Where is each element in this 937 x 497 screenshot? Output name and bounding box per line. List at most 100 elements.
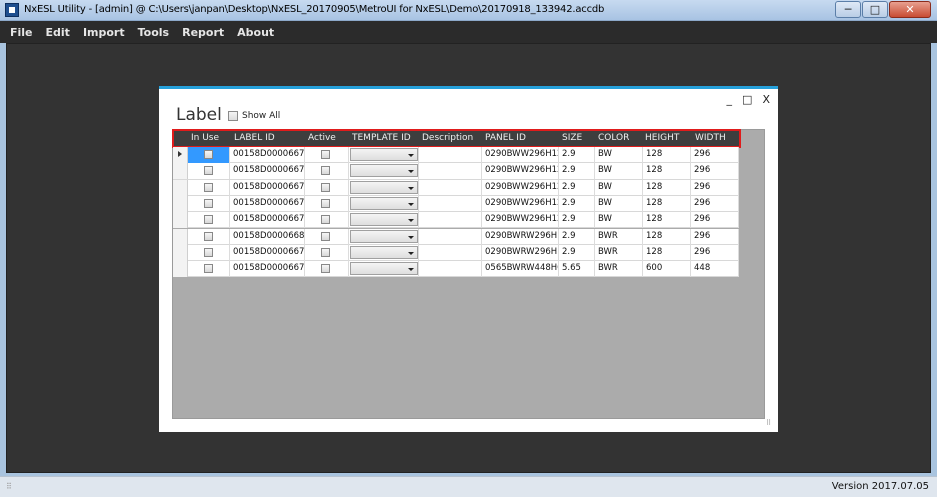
template-id-dropdown[interactable]: [350, 213, 418, 227]
cell-height[interactable]: 600: [643, 261, 691, 278]
cell-label-id[interactable]: 00158D0000667FE9: [230, 179, 305, 196]
cell-height[interactable]: 128: [643, 244, 691, 261]
resize-grip-icon[interactable]: ⠿: [766, 420, 774, 429]
menu-edit[interactable]: Edit: [46, 26, 70, 39]
template-id-dropdown[interactable]: [350, 164, 418, 178]
cell-label-id[interactable]: 00158D0000667FE7: [230, 163, 305, 180]
active-checkbox[interactable]: [321, 247, 330, 257]
table-row[interactable]: 00158D0000667F97 0565BWRW448H6005.65BWR60…: [173, 261, 739, 278]
in-use-checkbox[interactable]: [204, 166, 213, 176]
cell-description[interactable]: [419, 147, 482, 163]
cell-size[interactable]: 2.9: [559, 244, 595, 261]
cell-label-id[interactable]: 00158D0000667FEA: [230, 195, 305, 212]
column-header-size[interactable]: SIZE: [562, 130, 596, 147]
template-id-dropdown[interactable]: [350, 229, 418, 243]
cell-label-id[interactable]: 00158D0000667F97: [230, 261, 305, 278]
table-row[interactable]: 00158D000066801F 0290BWRW296H1282.9BWR128…: [173, 228, 739, 245]
window-minimize-button[interactable]: ─: [835, 1, 861, 18]
cell-panel-id[interactable]: 0290BWRW296H128: [482, 228, 559, 245]
table-row[interactable]: 00158D0000667FE7 0290BWW296H1282.9BW12829…: [173, 163, 739, 180]
row-header[interactable]: [173, 244, 188, 261]
active-checkbox[interactable]: [321, 182, 330, 192]
cell-label-id[interactable]: 00158D0000667FEC: [230, 212, 305, 229]
active-checkbox[interactable]: [321, 264, 330, 274]
cell-description[interactable]: [419, 244, 482, 261]
cell-height[interactable]: 128: [643, 163, 691, 180]
cell-label-id[interactable]: 00158D0000667FD5: [230, 147, 305, 163]
column-header-template-id[interactable]: TEMPLATE ID: [352, 130, 420, 147]
cell-height[interactable]: 128: [643, 147, 691, 163]
column-header-in-use[interactable]: In Use: [191, 130, 231, 147]
column-header-height[interactable]: HEIGHT: [645, 130, 691, 147]
row-header[interactable]: [173, 212, 188, 229]
cell-panel-id[interactable]: 0290BWW296H128: [482, 147, 559, 163]
table-row[interactable]: 00158D0000667FEA 0290BWW296H1282.9BW12829…: [173, 195, 739, 213]
row-header[interactable]: [173, 261, 188, 278]
show-all-checkbox[interactable]: [228, 111, 238, 121]
form-minimize-button[interactable]: _: [727, 93, 733, 106]
template-id-dropdown[interactable]: [350, 262, 418, 276]
cell-width[interactable]: 296: [691, 195, 739, 212]
column-header-description[interactable]: Description: [422, 130, 484, 147]
in-use-checkbox[interactable]: [204, 264, 213, 274]
cell-height[interactable]: 128: [643, 212, 691, 229]
cell-height[interactable]: 128: [643, 179, 691, 196]
row-header[interactable]: [173, 163, 188, 180]
cell-color[interactable]: BWR: [595, 261, 643, 278]
column-header-panel-id[interactable]: PANEL ID: [485, 130, 559, 147]
template-id-dropdown[interactable]: [350, 245, 418, 259]
column-header-active[interactable]: Active: [308, 130, 348, 147]
form-maximize-button[interactable]: □: [742, 93, 752, 106]
cell-size[interactable]: 2.9: [559, 179, 595, 196]
row-header[interactable]: [173, 195, 188, 212]
active-checkbox[interactable]: [321, 198, 330, 208]
cell-panel-id[interactable]: 0565BWRW448H600: [482, 261, 559, 278]
row-header[interactable]: [173, 179, 188, 196]
table-row[interactable]: 00158D0000667FE0 0290BWRW296H1282.9BWR128…: [173, 244, 739, 262]
cell-width[interactable]: 296: [691, 228, 739, 245]
cell-panel-id[interactable]: 0290BWW296H128: [482, 179, 559, 196]
template-id-dropdown[interactable]: [350, 148, 418, 161]
cell-label-id[interactable]: 00158D0000667FE0: [230, 244, 305, 261]
row-header[interactable]: [173, 228, 188, 245]
row-header[interactable]: [173, 147, 188, 163]
cell-description[interactable]: [419, 163, 482, 180]
cell-size[interactable]: 2.9: [559, 195, 595, 212]
cell-width[interactable]: 296: [691, 244, 739, 261]
cell-panel-id[interactable]: 0290BWW296H128: [482, 195, 559, 212]
menu-file[interactable]: File: [10, 26, 33, 39]
template-id-dropdown[interactable]: [350, 196, 418, 210]
cell-color[interactable]: BW: [595, 163, 643, 180]
cell-description[interactable]: [419, 228, 482, 245]
cell-size[interactable]: 2.9: [559, 228, 595, 245]
cell-width[interactable]: 296: [691, 179, 739, 196]
column-header-width[interactable]: WIDTH: [695, 130, 737, 147]
cell-description[interactable]: [419, 195, 482, 212]
cell-panel-id[interactable]: 0290BWW296H128: [482, 212, 559, 229]
cell-color[interactable]: BW: [595, 212, 643, 229]
cell-description[interactable]: [419, 212, 482, 229]
cell-width[interactable]: 296: [691, 212, 739, 229]
cell-color[interactable]: BW: [595, 179, 643, 196]
column-header-color[interactable]: COLOR: [598, 130, 642, 147]
template-id-dropdown[interactable]: [350, 180, 418, 194]
cell-panel-id[interactable]: 0290BWW296H128: [482, 163, 559, 180]
active-checkbox[interactable]: [321, 215, 330, 225]
cell-size[interactable]: 2.9: [559, 212, 595, 229]
in-use-checkbox[interactable]: [204, 247, 213, 257]
cell-size[interactable]: 5.65: [559, 261, 595, 278]
menu-report[interactable]: Report: [182, 26, 224, 39]
cell-height[interactable]: 128: [643, 228, 691, 245]
menu-import[interactable]: Import: [83, 26, 125, 39]
cell-color[interactable]: BW: [595, 147, 643, 163]
table-row[interactable]: 00158D0000667FE9 0290BWW296H1282.9BW12829…: [173, 179, 739, 196]
active-checkbox[interactable]: [321, 231, 330, 241]
cell-width[interactable]: 296: [691, 147, 739, 163]
column-header-label-id[interactable]: LABEL ID: [234, 130, 304, 147]
active-checkbox[interactable]: [321, 150, 330, 159]
cell-size[interactable]: 2.9: [559, 147, 595, 163]
window-maximize-button[interactable]: □: [862, 1, 888, 18]
label-grid[interactable]: In Use LABEL ID Active TEMPLATE ID Descr…: [172, 129, 765, 419]
cell-description[interactable]: [419, 179, 482, 196]
table-row[interactable]: 00158D0000667FD5 0290BWW296H1282.9BW12829…: [173, 147, 739, 164]
